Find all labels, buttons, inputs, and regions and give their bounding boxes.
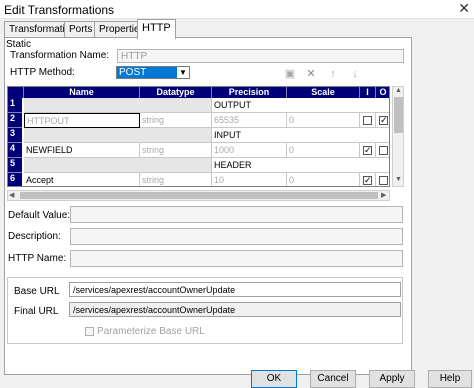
- column-header-datatype[interactable]: Datatype: [140, 87, 212, 98]
- new-port-icon[interactable]: ▣: [283, 67, 297, 81]
- apply-button[interactable]: Apply: [369, 370, 415, 388]
- tab-http[interactable]: HTTP: [137, 19, 176, 39]
- delete-icon[interactable]: ✕: [304, 67, 318, 81]
- default-value-label: Default Value:: [8, 210, 71, 221]
- final-url-field: /services/apexrest/accountOwnerUpdate: [69, 302, 401, 317]
- close-icon[interactable]: ✕: [458, 0, 470, 17]
- static-label: Static: [6, 39, 32, 50]
- datatype-cell[interactable]: string: [140, 173, 212, 186]
- parameterize-base-url-label: Parameterize Base URL: [97, 326, 205, 337]
- input-checkbox[interactable]: ✓: [363, 146, 372, 155]
- row-number[interactable]: 2: [8, 113, 22, 128]
- precision-cell[interactable]: 10: [212, 173, 287, 186]
- column-header-precision[interactable]: Precision: [212, 87, 287, 98]
- transformation-name-label: Transformation Name:: [10, 50, 110, 61]
- column-header-input[interactable]: I: [360, 87, 376, 98]
- grid-vertical-scrollbar[interactable]: ▲ ▼: [392, 86, 404, 187]
- output-checkbox[interactable]: ✓: [379, 116, 388, 125]
- help-button[interactable]: Help: [428, 370, 472, 388]
- http-method-select[interactable]: POST ▼: [116, 66, 190, 79]
- precision-cell[interactable]: 65535: [212, 113, 287, 128]
- row-number[interactable]: 3: [8, 128, 22, 143]
- scroll-right-icon[interactable]: ▶: [381, 191, 386, 199]
- port-name-cell[interactable]: HTTPOUT: [24, 113, 140, 128]
- scroll-up-icon[interactable]: ▲: [394, 87, 403, 94]
- table-row-section: [24, 98, 212, 113]
- ok-button[interactable]: OK: [251, 370, 297, 388]
- http-name-label: HTTP Name:: [8, 253, 67, 264]
- output-checkbox[interactable]: [379, 176, 388, 185]
- http-method-value: POST: [117, 67, 177, 78]
- port-name-cell[interactable]: Accept: [24, 173, 140, 186]
- input-checkbox[interactable]: ✓: [363, 176, 372, 185]
- tab-ports[interactable]: Ports: [64, 21, 98, 38]
- scrollbar-thumb[interactable]: [20, 192, 378, 199]
- ports-grid: Name Datatype Precision Scale I O 1 OUTP…: [7, 86, 390, 187]
- move-up-icon[interactable]: ↑: [326, 67, 340, 81]
- column-header-output[interactable]: O: [376, 87, 389, 98]
- cancel-button[interactable]: Cancel: [310, 370, 356, 388]
- title-bar: Edit Transformations ✕: [0, 0, 474, 19]
- row-number[interactable]: 4: [8, 143, 22, 158]
- section-header-label: HEADER: [212, 158, 389, 173]
- section-input-label: INPUT: [212, 128, 389, 143]
- grid-corner: [8, 87, 24, 98]
- scroll-down-icon[interactable]: ▼: [394, 176, 403, 183]
- column-header-scale[interactable]: Scale: [287, 87, 360, 98]
- default-value-field[interactable]: [70, 206, 403, 223]
- scrollbar-thumb[interactable]: [394, 97, 403, 133]
- table-row-section: [24, 158, 212, 173]
- port-name-cell[interactable]: NEWFIELD: [24, 143, 140, 158]
- table-row-section: [24, 128, 212, 143]
- scale-cell[interactable]: 0: [287, 143, 360, 158]
- row-number[interactable]: 1: [8, 98, 22, 113]
- datatype-cell[interactable]: string: [140, 113, 212, 128]
- final-url-label: Final URL: [14, 306, 59, 317]
- precision-cell[interactable]: 1000: [212, 143, 287, 158]
- scale-cell[interactable]: 0: [287, 173, 360, 186]
- output-checkbox[interactable]: [379, 146, 388, 155]
- base-url-input[interactable]: /services/apexrest/accountOwnerUpdate: [69, 282, 401, 297]
- base-url-label: Base URL: [14, 286, 60, 297]
- scroll-left-icon[interactable]: ◀: [9, 191, 14, 199]
- http-method-label: HTTP Method:: [10, 67, 75, 78]
- description-label: Description:: [8, 231, 61, 242]
- window-title: Edit Transformations: [4, 3, 115, 17]
- section-output-label: OUTPUT: [212, 98, 389, 113]
- move-down-icon[interactable]: ↓: [348, 67, 362, 81]
- parameterize-base-url-checkbox[interactable]: [85, 327, 94, 336]
- column-header-name[interactable]: Name: [24, 87, 140, 98]
- row-number[interactable]: 6: [8, 173, 22, 186]
- transformation-name-field: HTTP: [117, 49, 404, 63]
- http-name-field[interactable]: [70, 250, 403, 267]
- scale-cell[interactable]: 0: [287, 113, 360, 128]
- datatype-cell[interactable]: string: [140, 143, 212, 158]
- row-number[interactable]: 5: [8, 158, 22, 173]
- input-checkbox[interactable]: [363, 116, 372, 125]
- chevron-down-icon[interactable]: ▼: [177, 67, 189, 78]
- grid-horizontal-scrollbar[interactable]: ◀ ▶: [7, 190, 390, 201]
- description-field[interactable]: [70, 228, 403, 245]
